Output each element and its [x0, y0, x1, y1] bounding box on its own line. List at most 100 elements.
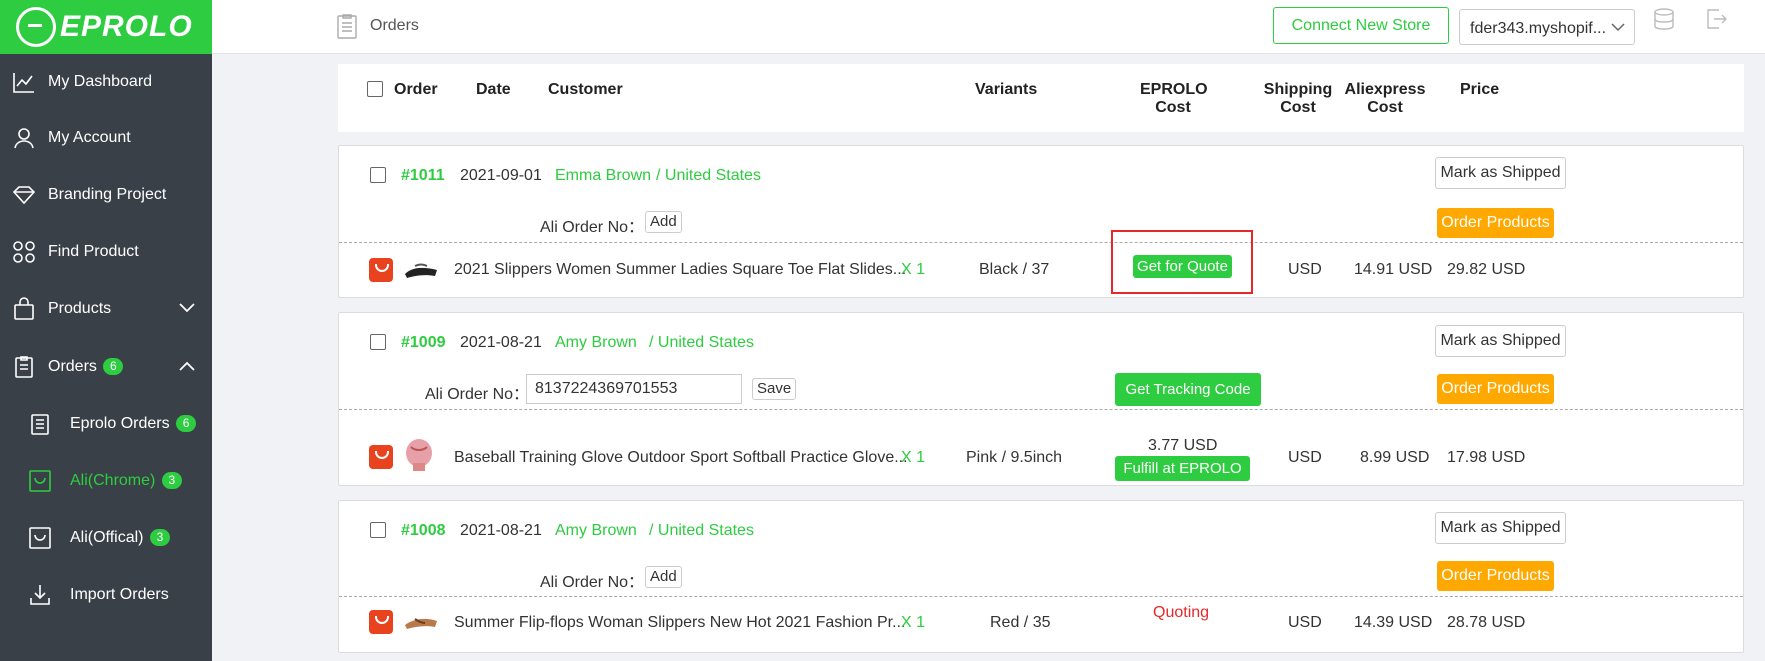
product-title-link[interactable]: Baseball Training Glove Outdoor Sport So…	[454, 449, 908, 467]
logout-icon[interactable]	[1705, 8, 1727, 30]
order-number-link[interactable]: #1008	[401, 522, 446, 540]
eprolo-logo[interactable]: EPROLO	[0, 0, 212, 54]
order-checkbox[interactable]	[370, 334, 386, 350]
sidebar-item-orders[interactable]: Orders 6	[0, 347, 212, 387]
aliexpress-cost: 8.99 USD	[1360, 449, 1430, 466]
chart-line-icon	[13, 73, 34, 93]
order-products-button[interactable]: Order Products	[1437, 208, 1554, 238]
store-select[interactable]: fder343.myshopif...	[1459, 9, 1635, 45]
order-products-button[interactable]: Order Products	[1437, 561, 1554, 591]
product-quantity: X 1	[901, 261, 926, 278]
database-icon[interactable]	[1653, 8, 1675, 30]
order-date: 2021-09-01	[460, 167, 542, 184]
sidebar-item-label: My Dashboard	[48, 73, 153, 90]
save-ali-order-button[interactable]: Save	[752, 378, 797, 400]
sidebar-item-label: Products	[48, 300, 112, 317]
customer-name-link[interactable]: Emma Brown	[555, 167, 651, 185]
chevron-down-icon	[1611, 23, 1625, 32]
get-tracking-code-button[interactable]: Get Tracking Code	[1115, 373, 1261, 406]
order-date: 2021-08-21	[460, 522, 542, 539]
header-date: Date	[476, 81, 511, 98]
sidebar-item-label: Eprolo Orders	[70, 415, 170, 432]
aliexpress-icon	[369, 610, 393, 634]
sidebar: EPROLO My Dashboard My Account Branding …	[0, 0, 212, 661]
order-checkbox[interactable]	[370, 522, 386, 538]
mark-as-shipped-button[interactable]: Mark as Shipped	[1435, 512, 1566, 544]
order-price: 17.98 USD	[1447, 449, 1526, 466]
page-title: Orders	[370, 17, 419, 34]
aliexpress-cost: 14.39 USD	[1354, 614, 1433, 631]
ali-order-no-label: Ali Order No：	[540, 574, 645, 591]
sidebar-item-products[interactable]: Products	[0, 289, 212, 329]
highlight-box	[1111, 230, 1253, 294]
order-card: #1011 2021-09-01 Emma Brown / United Sta…	[338, 145, 1744, 298]
topbar: Orders Connect New Store fder343.myshopi…	[212, 0, 1765, 54]
sidebar-item-ali-chrome[interactable]: Ali(Chrome) 3	[0, 461, 212, 501]
shipping-cost: USD	[1288, 261, 1322, 278]
sidebar-item-import-orders[interactable]: Import Orders	[0, 575, 212, 615]
shipping-cost: USD	[1288, 449, 1322, 466]
order-date: 2021-08-21	[460, 334, 542, 351]
eprolo-orders-badge: 6	[176, 415, 197, 432]
diamond-icon	[12, 186, 36, 205]
clipboard-icon	[15, 356, 33, 378]
order-number-link[interactable]: #1011	[401, 167, 445, 185]
order-card: #1009 2021-08-21 Amy Brown / United Stat…	[338, 312, 1744, 486]
order-checkbox[interactable]	[370, 167, 386, 183]
ali-order-no-input[interactable]	[526, 374, 742, 404]
sidebar-item-eprolo-orders[interactable]: Eprolo Orders 6	[0, 404, 212, 444]
document-icon	[31, 414, 49, 435]
chevron-up-icon	[179, 361, 195, 371]
product-variant: Red / 35	[990, 614, 1051, 631]
ali-offical-badge: 3	[149, 529, 170, 546]
sidebar-item-label: Branding Project	[48, 186, 167, 203]
ali-order-no-label: Ali Order No：	[425, 386, 530, 403]
sidebar-item-label: Import Orders	[70, 586, 169, 603]
header-order: Order	[394, 81, 438, 98]
aliexpress-icon	[369, 445, 393, 469]
add-ali-order-button[interactable]: Add	[645, 566, 682, 588]
add-ali-order-button[interactable]: Add	[645, 211, 682, 233]
product-title-link[interactable]: Summer Flip-flops Woman Slippers New Hot…	[454, 614, 905, 632]
sidebar-item-label: Find Product	[48, 243, 139, 260]
product-thumbnail[interactable]	[403, 437, 435, 473]
customer-name-link[interactable]: Amy Brown	[555, 522, 637, 540]
sidebar-item-label: My Account	[48, 129, 131, 146]
sidebar-item-label: Ali(Offical)	[70, 529, 144, 546]
mark-as-shipped-button[interactable]: Mark as Shipped	[1435, 157, 1566, 189]
connect-new-store-button[interactable]: Connect New Store	[1273, 7, 1449, 44]
grid-icon	[13, 241, 35, 263]
store-select-value: fder343.myshopif...	[1470, 20, 1607, 37]
ali-bag-icon	[29, 527, 51, 549]
sidebar-item-dashboard[interactable]: My Dashboard	[0, 62, 212, 102]
mark-as-shipped-button[interactable]: Mark as Shipped	[1435, 325, 1566, 357]
fulfill-at-eprolo-button[interactable]: Fulfill at EPROLO	[1115, 456, 1250, 481]
sidebar-item-find-product[interactable]: Find Product	[0, 232, 212, 272]
aliexpress-cost: 14.91 USD	[1354, 261, 1433, 278]
aliexpress-icon	[369, 258, 393, 282]
customer-country: / United States	[649, 334, 754, 351]
product-title-link[interactable]: 2021 Slippers Women Summer Ladies Square…	[454, 261, 906, 279]
product-variant: Pink / 9.5inch	[966, 449, 1063, 466]
order-number-link[interactable]: #1009	[401, 334, 446, 352]
logo-mark-icon	[16, 7, 56, 47]
product-thumbnail[interactable]	[403, 258, 439, 282]
order-products-button[interactable]: Order Products	[1437, 374, 1554, 404]
download-icon	[30, 585, 50, 605]
bag-icon	[14, 297, 34, 320]
order-card: #1008 2021-08-21 Amy Brown / United Stat…	[338, 500, 1744, 653]
sidebar-item-account[interactable]: My Account	[0, 118, 212, 158]
divider	[339, 242, 1743, 243]
sidebar-item-label: Orders	[48, 358, 97, 375]
sidebar-item-branding[interactable]: Branding Project	[0, 175, 212, 215]
user-icon	[14, 128, 34, 149]
header-price: Price	[1460, 81, 1500, 98]
order-price: 29.82 USD	[1447, 261, 1526, 278]
select-all-checkbox[interactable]	[367, 81, 383, 97]
product-thumbnail[interactable]	[403, 611, 439, 635]
header-variants: Variants	[975, 81, 1038, 98]
sidebar-item-ali-offical[interactable]: Ali(Offical) 3	[0, 518, 212, 558]
sidebar-item-label: Ali(Chrome)	[70, 472, 156, 489]
customer-name-link[interactable]: Amy Brown	[555, 334, 637, 352]
orders-table-header: Order Date Customer Variants EPROLO Cost …	[338, 64, 1744, 132]
